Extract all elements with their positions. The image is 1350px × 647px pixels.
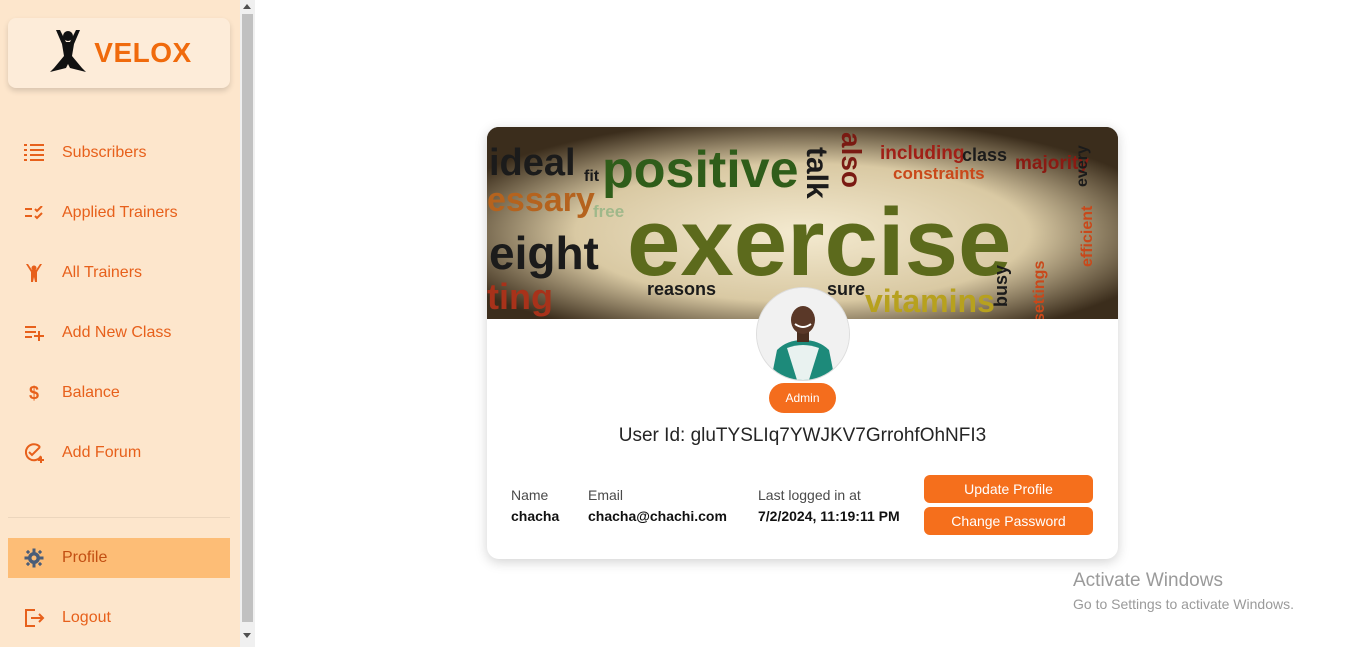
sidebar-item-add-forum[interactable]: Add Forum	[8, 433, 230, 473]
role-badge: Admin	[769, 383, 836, 413]
sidebar-item-label: Subscribers	[62, 144, 147, 161]
banner-word: essary	[487, 181, 595, 219]
email-label: Email	[588, 487, 624, 503]
banner-word: busy	[991, 265, 1011, 307]
windows-activation-watermark: Activate Windows Go to Settings to activ…	[1073, 570, 1294, 612]
last-login-label: Last logged in at	[758, 487, 861, 503]
banner-word: eight	[489, 227, 599, 279]
banner-word: class	[962, 145, 1007, 165]
meditation-figure-icon	[46, 28, 90, 79]
banner-word: free	[593, 202, 624, 221]
banner-word: fit	[584, 168, 600, 185]
sidebar-item-label: Balance	[62, 384, 120, 401]
sidebar-item-logout[interactable]: Logout	[8, 598, 230, 638]
checklist-icon	[22, 201, 46, 225]
playlist-add-icon	[22, 321, 46, 345]
profile-card: ideal positive talk also including class…	[487, 127, 1118, 559]
banner-word: efficient	[1079, 205, 1096, 267]
sidebar-item-all-trainers[interactable]: All Trainers	[8, 253, 230, 293]
sidebar-divider	[8, 517, 230, 518]
sidebar-item-subscribers[interactable]: Subscribers	[8, 133, 230, 173]
change-password-button[interactable]: Change Password	[924, 507, 1093, 535]
avatar	[756, 287, 850, 381]
banner-word: vitamins	[865, 283, 995, 319]
scroll-up-arrow-icon[interactable]	[243, 4, 251, 9]
name-label: Name	[511, 487, 549, 503]
list-icon	[22, 141, 46, 165]
logo-text: VELOX	[94, 37, 192, 68]
update-profile-button[interactable]: Update Profile	[924, 475, 1093, 503]
name-value: chacha	[511, 508, 560, 524]
banner-word: constraints	[893, 164, 985, 183]
banner-word: reasons	[647, 279, 716, 299]
sidebar: VELOX Subscribers Applied Trainers All T…	[0, 0, 240, 647]
gear-icon	[22, 546, 46, 570]
sidebar-item-label: All Trainers	[62, 264, 143, 281]
logo[interactable]: VELOX	[8, 18, 230, 88]
banner-word: settings	[1031, 261, 1048, 319]
watermark-subtitle: Go to Settings to activate Windows.	[1073, 596, 1294, 612]
logout-icon	[22, 606, 46, 630]
sidebar-item-label: Logout	[62, 609, 111, 626]
add-circle-check-icon	[22, 441, 46, 465]
banner-word: ting	[487, 276, 553, 317]
banner-word: sure	[827, 279, 865, 299]
banner-word: ideal	[489, 142, 576, 184]
sidebar-item-label: Add New Class	[62, 324, 172, 341]
trainer-icon	[22, 261, 46, 285]
email-value: chacha@chachi.com	[588, 508, 727, 524]
sidebar-item-label: Profile	[62, 549, 108, 566]
last-login-value: 7/2/2024, 11:19:11 PM	[758, 508, 900, 524]
scrollbar-thumb[interactable]	[242, 14, 253, 622]
dollar-icon: $	[28, 382, 39, 403]
sidebar-item-balance[interactable]: $ Balance	[8, 373, 230, 413]
banner-word: also	[836, 132, 867, 188]
watermark-title: Activate Windows	[1073, 570, 1223, 591]
banner-word: every	[1074, 145, 1091, 187]
sidebar-item-add-new-class[interactable]: Add New Class	[8, 313, 230, 353]
sidebar-item-label: Applied Trainers	[62, 204, 178, 221]
user-id: User Id: gluTYSLIq7YWJKV7GrrohfOhNFI3	[618, 425, 987, 446]
banner-word: including	[880, 143, 964, 164]
scroll-down-arrow-icon[interactable]	[243, 633, 251, 638]
sidebar-item-label: Add Forum	[62, 444, 142, 461]
sidebar-item-applied-trainers[interactable]: Applied Trainers	[8, 193, 230, 233]
sidebar-scrollbar[interactable]	[240, 0, 255, 647]
sidebar-item-profile[interactable]: Profile	[8, 538, 230, 578]
